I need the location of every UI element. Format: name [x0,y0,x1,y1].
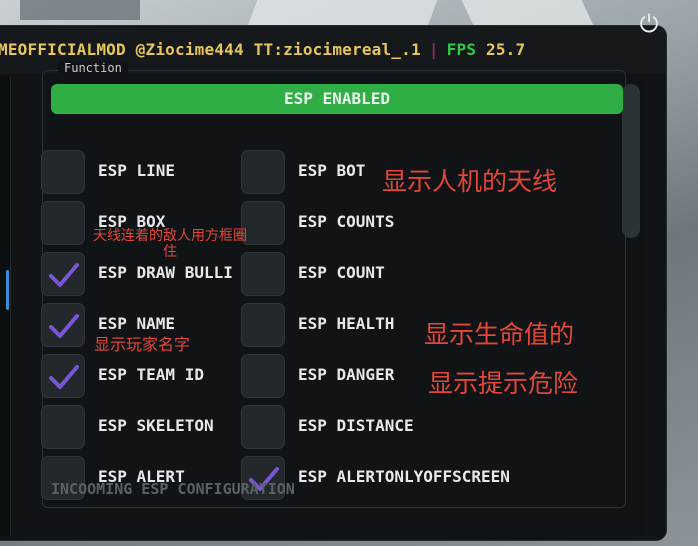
label-esp-bot: ESP BOT [298,161,366,180]
label-esp-health: ESP HEALTH [298,314,395,333]
title-separator: | [428,40,439,59]
checkbox-esp-bot[interactable] [241,150,285,194]
annotation-box-note: 天线连着的敌人用方框圈 住 [80,228,260,260]
checkmark-icon [49,314,79,338]
label-esp-counts: ESP COUNTS [298,212,395,231]
label-esp-line: ESP LINE [98,161,176,180]
checkbox-esp-draw-bullet[interactable] [41,252,85,296]
annotation-box-note-line2: 住 [163,244,177,260]
label-esp-draw-bullet: ESP DRAW BULLI [98,263,233,282]
annotation-bot-antenna: 显示人机的天线 [382,167,558,196]
checkbox-esp-name[interactable] [41,303,85,347]
checkbox-esp-health[interactable] [241,303,285,347]
label-esp-team-id: ESP TEAM ID [98,365,204,384]
annotation-health-note: 显示生命值的 [424,320,575,349]
background-shape [20,0,140,20]
label-esp-skeleton: ESP SKELETON [98,416,214,435]
label-esp-danger: ESP DANGER [298,365,395,384]
checkmark-icon [49,365,79,389]
title-text: MEOFFICIALMOD @Ziocime444 TT:ziocimereal… [0,40,421,59]
checkbox-esp-box[interactable] [41,201,85,245]
label-esp-alertonlyoffscreen: ESP ALERTONLYOFFSCREEN [298,467,510,486]
checkbox-esp-line[interactable] [41,150,85,194]
footer-status: INCOOMING ESP CONFIGURATION [51,480,295,498]
checkbox-esp-team-id[interactable] [41,354,85,398]
annotation-danger-note: 显示提示危险 [428,369,579,398]
checkbox-esp-danger[interactable] [241,354,285,398]
fps-value: 25.7 [486,40,526,59]
function-group [42,70,626,508]
checkmark-icon [49,263,79,287]
side-rail [0,76,11,536]
window-title: MEOFFICIALMOD @Ziocime444 TT:ziocimereal… [0,40,525,59]
checkbox-esp-skeleton[interactable] [41,405,85,449]
esp-enabled-button[interactable]: ESP ENABLED [51,84,623,114]
fps-label: FPS [446,40,477,59]
label-esp-count: ESP COUNT [298,263,385,282]
label-esp-distance: ESP DISTANCE [298,416,414,435]
power-icon: ⏻ [639,10,659,38]
annotation-box-note-line1: 天线连着的敌人用方框圈 [93,228,247,244]
checkbox-esp-distance[interactable] [241,405,285,449]
side-rail-indicator [6,270,9,310]
annotation-name-note: 显示玩家名字 [94,335,191,354]
power-button[interactable]: ⏻ [636,11,662,37]
group-label: Function [58,61,128,75]
